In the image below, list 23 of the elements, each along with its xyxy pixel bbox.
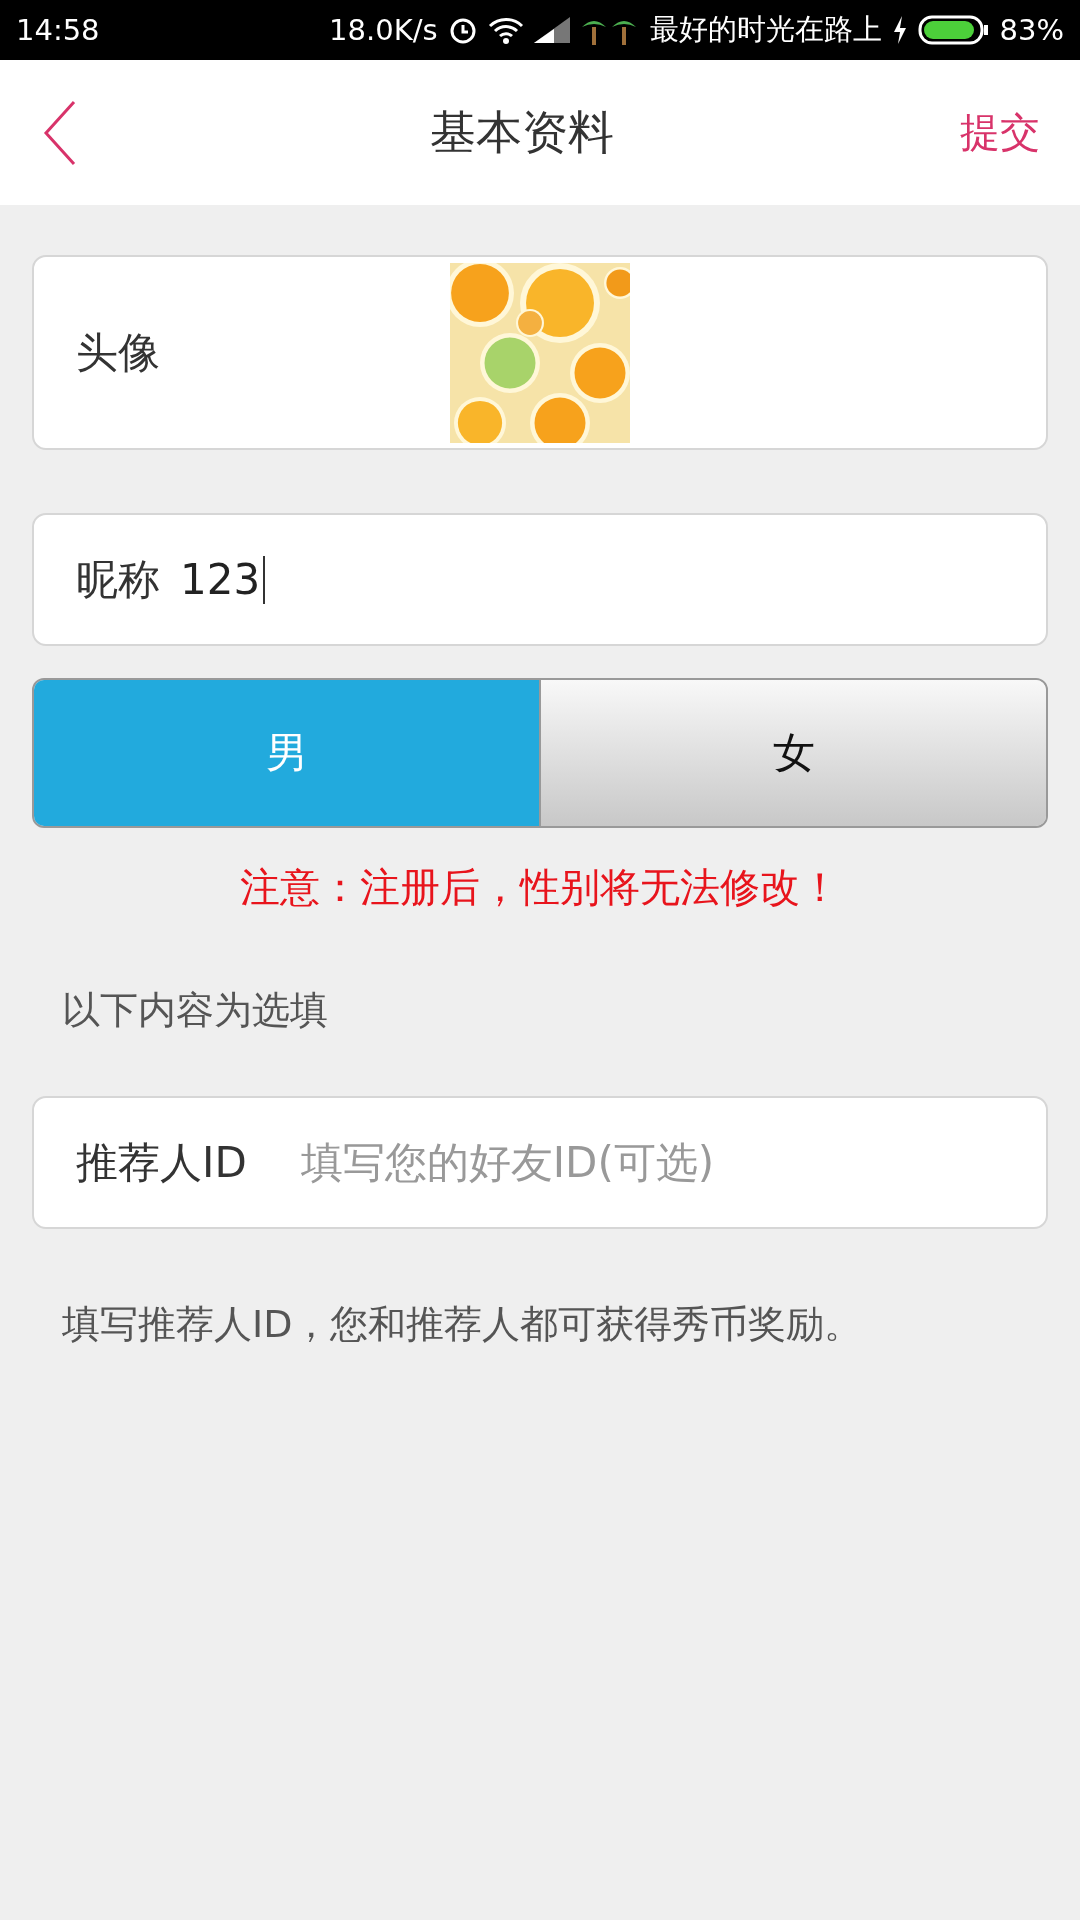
signal-icon [533, 17, 570, 43]
charging-icon [891, 16, 908, 44]
battery-level: 83% [999, 13, 1064, 47]
referrer-field[interactable]: 推荐人ID 填写您的好友ID(可选) [32, 1096, 1048, 1229]
network-speed: 18.0K/s [329, 13, 438, 47]
status-time: 14:58 [16, 13, 100, 47]
avatar-label: 头像 [76, 326, 160, 379]
referrer-hint: 填写推荐人ID，您和推荐人都可获得秀币奖励。 [61, 1301, 864, 1348]
avatar-row[interactable]: 头像 [32, 255, 1048, 450]
warning-text: 注意：注册后，性别将无法修改！ [239, 863, 841, 912]
carrier-text: 最好的时光在路上 [649, 11, 882, 48]
battery-icon [917, 15, 990, 45]
gender-option[interactable]: 女 [539, 680, 1046, 826]
nickname-field[interactable]: 昵称 123 [32, 513, 1048, 646]
wifi-icon [487, 16, 524, 44]
nickname-input[interactable]: 123 [180, 555, 264, 604]
submit-button[interactable]: 提交 [960, 105, 1040, 160]
nickname-label: 昵称 [76, 553, 160, 606]
section-heading: 以下内容为选填 [61, 987, 329, 1034]
referrer-input[interactable]: 填写您的好友ID(可选) [300, 1138, 1004, 1187]
text-cursor [263, 555, 266, 604]
page-title: 基本资料 [430, 103, 614, 161]
referrer-label: 推荐人ID [76, 1136, 247, 1189]
